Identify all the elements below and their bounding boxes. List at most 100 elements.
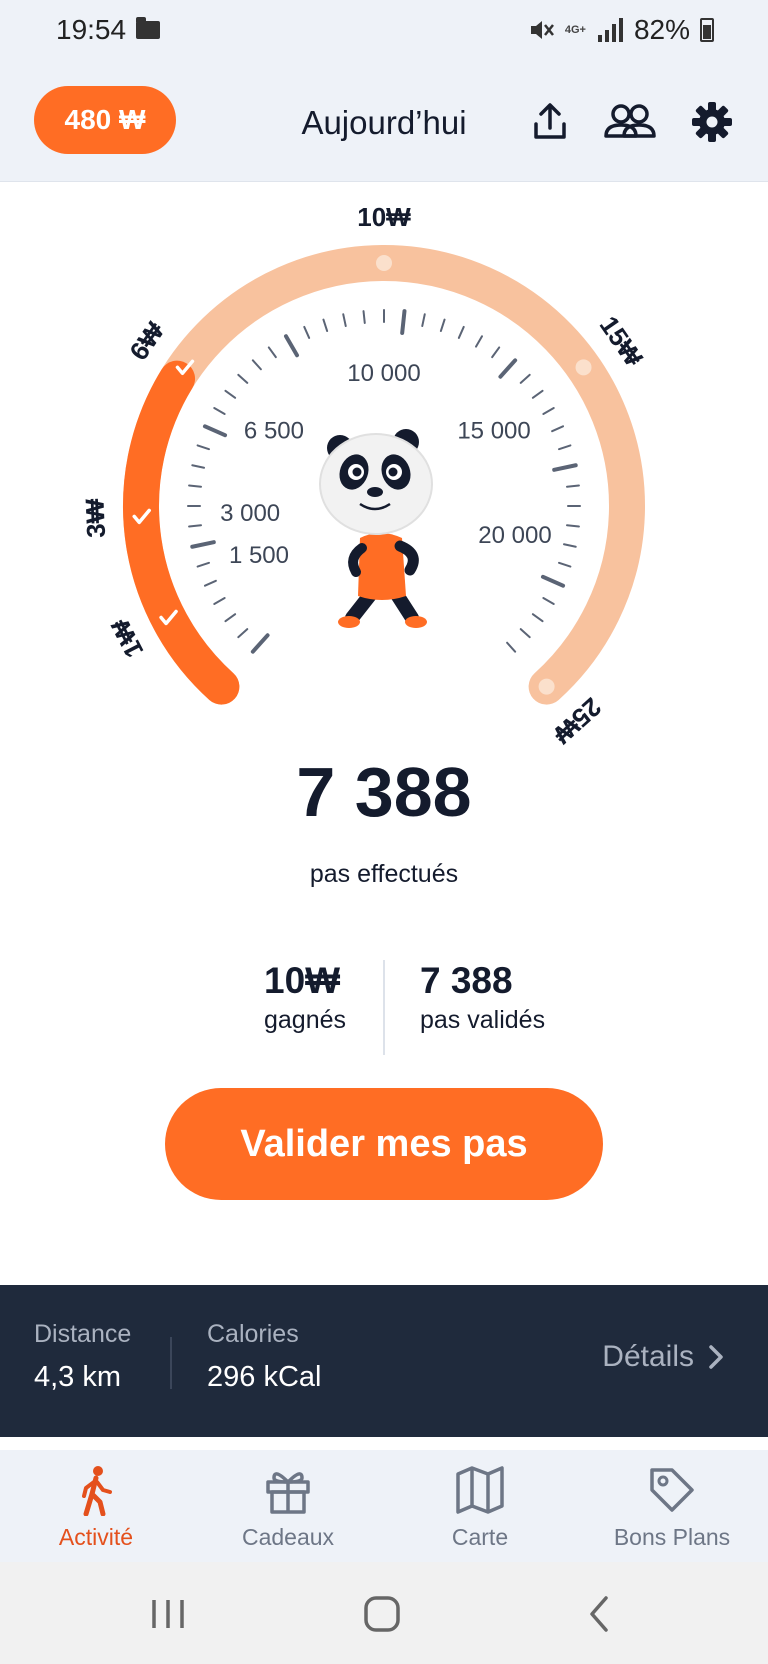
details-link[interactable]: Détails bbox=[602, 1340, 724, 1374]
step-gauge: 1 500 3 000 6 500 10 000 15 000 20 000 1₩ 3₩ 6₩… bbox=[79, 202, 649, 750]
nav-cadeaux[interactable]: Cadeaux bbox=[192, 1464, 384, 1551]
stats-divider bbox=[383, 960, 385, 1055]
battery-level: 82% bbox=[633, 14, 690, 45]
gauge-reward-label: 6₩ bbox=[123, 316, 170, 366]
earned-label: gagnés bbox=[264, 1006, 347, 1034]
validate-steps-button[interactable]: Valider mes pas bbox=[165, 1088, 603, 1200]
gauge-tick bbox=[519, 373, 531, 384]
gauge-reward-dot bbox=[376, 255, 392, 271]
bottom-nav: Activité Cadeaux Carte Bons Plans bbox=[0, 1450, 768, 1562]
status-time: 19:54 bbox=[56, 14, 127, 45]
gauge-tick bbox=[562, 543, 577, 548]
gauge-tick bbox=[531, 613, 544, 623]
earned-stat: 10₩ gagnés bbox=[264, 960, 346, 1035]
nav-label: Bons Plans bbox=[613, 1524, 731, 1550]
signal-icon bbox=[597, 18, 623, 42]
gauge-tick bbox=[540, 574, 566, 588]
gauge-tick bbox=[421, 313, 426, 328]
folder-icon bbox=[136, 17, 160, 39]
walking-icon bbox=[82, 1466, 112, 1516]
mute-icon bbox=[530, 21, 554, 39]
gauge-tick bbox=[542, 407, 555, 415]
tag-icon bbox=[650, 1468, 694, 1512]
recent-apps-icon[interactable] bbox=[146, 1592, 190, 1636]
gauge-tick bbox=[267, 346, 277, 359]
gauge-tick bbox=[213, 597, 226, 605]
battery-icon bbox=[700, 18, 714, 42]
gauge-progress-arc bbox=[123, 360, 240, 705]
balance-pill[interactable]: 480 ₩ bbox=[34, 86, 176, 154]
nav-carte[interactable]: Carte bbox=[384, 1464, 576, 1551]
gauge-tick bbox=[552, 463, 578, 472]
status-bar: 19:54 4G+ 82% bbox=[0, 0, 768, 64]
gauge-tick bbox=[188, 484, 203, 488]
gauge-tick bbox=[565, 484, 580, 488]
gauge-tick bbox=[531, 389, 544, 399]
gauge-tick bbox=[213, 407, 226, 415]
gauge-reward-dot bbox=[575, 359, 592, 376]
nav-label: Cadeaux bbox=[241, 1524, 335, 1550]
steps-label: pas effectués bbox=[309, 860, 459, 888]
gauge-tick bbox=[475, 335, 483, 348]
calories-value: 296 kCal bbox=[207, 1361, 322, 1393]
gauge-tick bbox=[498, 358, 518, 379]
settings-icon[interactable] bbox=[690, 100, 734, 144]
gauge-step-label: 10 000 bbox=[347, 360, 420, 387]
nav-bons-plans[interactable]: Bons Plans bbox=[576, 1464, 768, 1551]
gauge-tick bbox=[191, 464, 206, 469]
gauge-progress bbox=[123, 360, 240, 705]
gauge-tick bbox=[506, 641, 517, 653]
share-icon[interactable] bbox=[528, 100, 572, 144]
summary-divider bbox=[170, 1337, 172, 1389]
gauge-step-label: 1 500 bbox=[229, 542, 289, 569]
gauge-tick bbox=[457, 325, 465, 339]
gauge-tick bbox=[342, 313, 347, 328]
panda-mascot bbox=[319, 429, 433, 628]
status-icons: 4G+ 82% bbox=[527, 14, 714, 46]
gauge-tick bbox=[519, 628, 531, 639]
system-nav-bar bbox=[0, 1562, 768, 1664]
gauge-tick bbox=[551, 425, 565, 433]
gauge-reward-dot bbox=[538, 678, 555, 695]
gauge-reward-label: 1₩ bbox=[105, 614, 150, 663]
gauge-step-label: 20 000 bbox=[478, 522, 551, 549]
calories-summary: Calories 296 kCal bbox=[207, 1320, 321, 1394]
gauge-tick bbox=[202, 424, 228, 438]
validated-label: pas validés bbox=[420, 1006, 546, 1034]
gauge-tick bbox=[190, 540, 216, 549]
friends-icon[interactable] bbox=[602, 100, 658, 144]
gauge-tick bbox=[196, 444, 211, 451]
gauge-reward-label: 3₩ bbox=[79, 498, 111, 539]
gauge-tick bbox=[400, 309, 407, 335]
gauge-tick bbox=[322, 318, 329, 333]
back-icon[interactable] bbox=[578, 1592, 622, 1636]
distance-label: Distance bbox=[34, 1320, 132, 1348]
gauge-tick bbox=[251, 359, 262, 371]
steps-count: 7 388 bbox=[296, 753, 472, 831]
gauge-tick bbox=[250, 633, 270, 654]
details-label: Détails bbox=[602, 1340, 694, 1373]
gauge-tick bbox=[557, 561, 572, 568]
gauge-tick bbox=[542, 597, 555, 605]
gauge-tick bbox=[303, 325, 311, 339]
gauge-tick bbox=[362, 310, 366, 325]
gauge-step-label: 6 500 bbox=[244, 418, 304, 445]
gauge-tick bbox=[284, 334, 299, 358]
gauge-tick bbox=[491, 346, 501, 359]
nav-label: Carte bbox=[451, 1524, 509, 1550]
gauge-tick bbox=[203, 579, 217, 587]
map-icon bbox=[456, 1466, 504, 1514]
gauge-tick bbox=[565, 524, 580, 528]
home-icon[interactable] bbox=[360, 1592, 404, 1636]
gauge-tick bbox=[224, 389, 237, 399]
gauge-step-label: 3 000 bbox=[220, 500, 280, 527]
distance-summary: Distance 4,3 km bbox=[34, 1320, 131, 1394]
earned-value: 10₩ bbox=[264, 960, 341, 1001]
gift-icon bbox=[266, 1472, 310, 1514]
gauge-tick bbox=[196, 561, 211, 568]
calories-label: Calories bbox=[207, 1320, 299, 1348]
gauge-tick bbox=[237, 373, 249, 384]
gauge-reward-label: 10₩ bbox=[357, 202, 411, 232]
nav-activite[interactable]: Activité bbox=[0, 1464, 192, 1551]
stats-row: 10₩ gagnés 7 388 pas validés bbox=[0, 960, 768, 1055]
